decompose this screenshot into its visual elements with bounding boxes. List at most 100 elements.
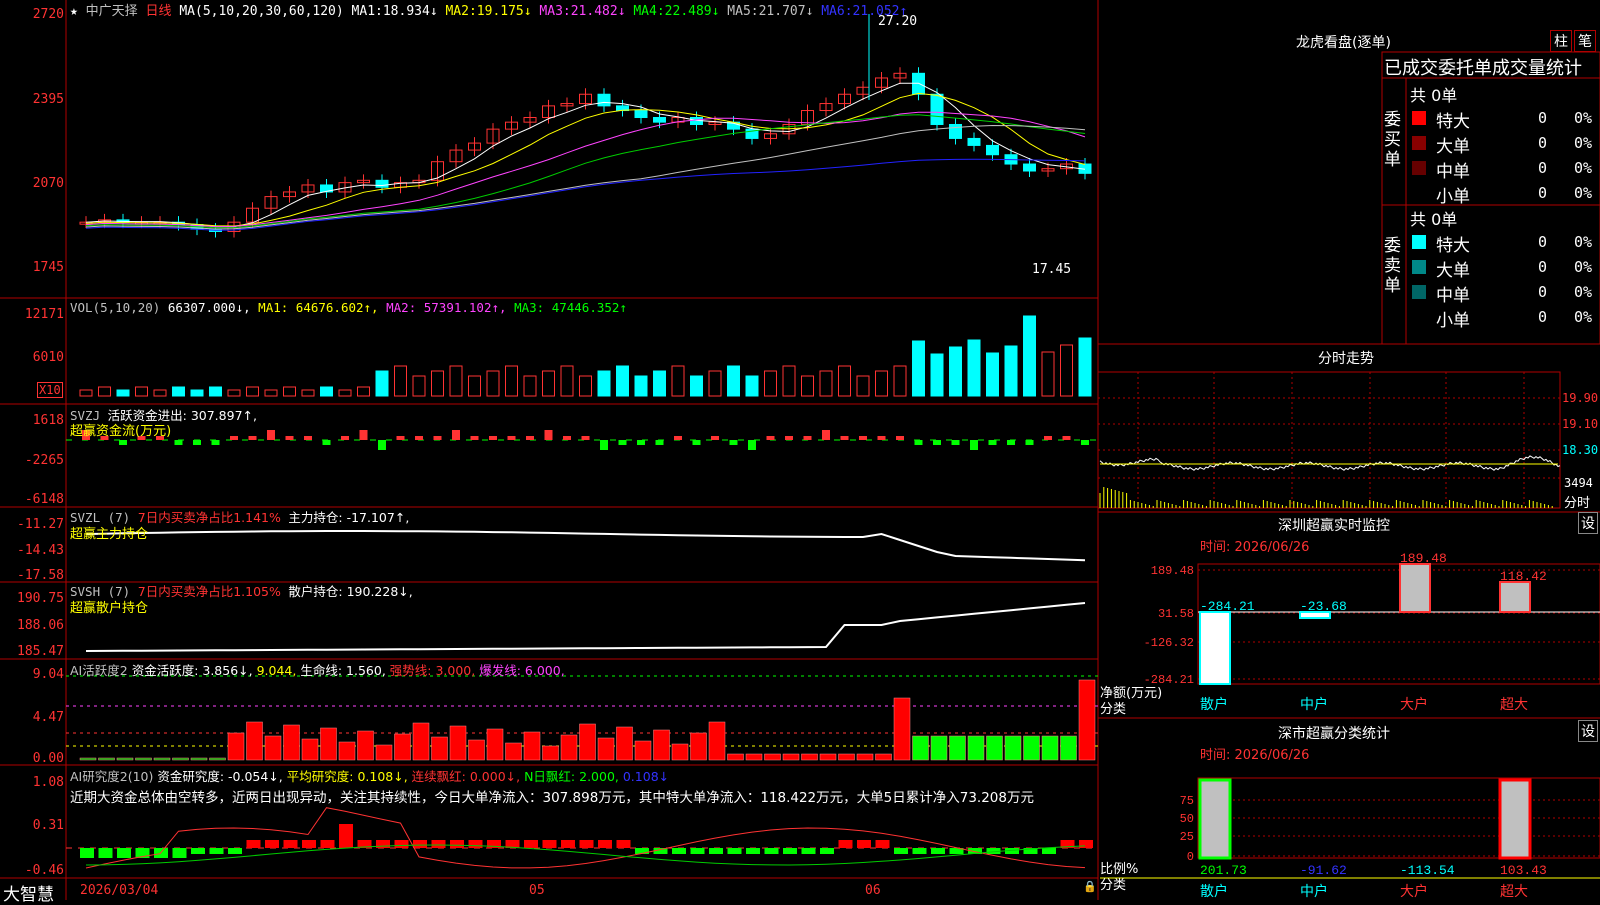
candle-down [912,72,925,95]
main-axis-label: 2395 [32,92,64,107]
vol-value: 66307.000↓, [167,300,251,315]
svzj-bar-pos [1044,436,1052,440]
buy-count: 共 0单 [1410,86,1458,105]
svzj-bar-pos [766,436,775,440]
ai1-bar [745,753,763,761]
svzj-axis-label: -2265 [24,453,64,468]
favorite-star-icon[interactable]: ★ [70,4,78,19]
order-size-label: 小单 [1436,187,1470,207]
svzj-bar-neg [988,440,997,445]
svzj-bar-pos [896,436,904,440]
ma3-label: MA3: [539,4,571,19]
vol-bar-up [301,389,315,397]
vol-bar-up [579,375,592,397]
ai2-bar-pos [376,840,390,848]
svzj-bar-neg [193,440,201,445]
svzl-axis-label: -11.27 [17,517,64,532]
cls-axis-label: 75 [1180,794,1194,808]
lock-icon[interactable]: 🔒 [1083,880,1097,893]
ai2-axis-label: -0.46 [24,863,64,878]
high-marker: 27.20 [878,14,918,29]
ai1-bar [1078,679,1096,761]
vol-ma2: MA2: 57391.102↑, [386,300,507,315]
ai1-bar [468,739,485,761]
svzj-bar-neg [655,440,664,445]
ai2-bar-pos [302,840,316,848]
legend-swatch [1412,161,1426,175]
ai1-bar [912,735,929,761]
cls-category-label: 大户 [1400,883,1428,899]
candle-down [597,93,611,107]
rt-category-label: 中户 [1300,696,1328,712]
svzj-bar-pos [544,430,553,440]
ai2-t4: N日飘红: 2.000, [524,769,619,784]
ai2-bar-neg [1042,848,1056,854]
ai1-bar [634,740,652,761]
ma4-label: MA4: [633,4,665,19]
ai2-name: AI研究度2(10) [70,769,154,784]
cls-settings-button[interactable]: 设 [1578,720,1598,742]
ai2-red-line [85,807,1086,869]
order-count-value: 0 [1538,258,1548,276]
rt-category-label: 超大 [1500,696,1528,712]
vol-bar-up [283,386,296,397]
svzj-bar-neg [748,440,756,450]
order-percent-value: 0% [1574,184,1593,202]
rt-bar-label: 118.42 [1500,569,1547,584]
ma1-label: MA1: [351,4,383,19]
ma-line [85,114,1086,229]
chart-canvas[interactable]: 189.4831.58-126.32-284.21-284.21散户-23.68… [0,0,1600,900]
main-header: ★ 中广天择 日线 MA(5,10,20,30,60,120) MA1:18.9… [70,0,907,19]
legend-swatch [1412,136,1426,150]
ai2-t5: 0.108↓ [622,769,670,784]
intraday-vol-label: 3494 [1564,476,1593,490]
cls-axis-label: 25 [1180,830,1194,844]
svzj-bar-pos [304,436,312,440]
ai2-axis-label: 0.31 [32,818,64,833]
vol-bar-up [135,386,148,397]
vol-bar-down [1023,315,1036,397]
rt-bar [1199,611,1231,686]
cls-bar [1198,778,1232,860]
order-percent-value: 0% [1574,134,1593,152]
ai1-bar [1023,735,1040,761]
svzj-bar-neg [174,440,183,445]
cls-bar-label: 103.43 [1500,863,1547,878]
vol-bar-down [320,386,333,397]
ai2-bar-neg [117,848,131,858]
svzl-title2: 主力持仓: -17.107↑, [288,510,410,525]
vol-header: VOL(5,10,20) 66307.000↓, MA1: 64676.602↑… [70,300,627,315]
svsh-axis-label: 190.75 [17,591,64,606]
ai1-axis-label: 4.47 [32,710,64,725]
ai1-bar [209,757,226,761]
ai1-t2: 9.044, [256,663,297,678]
vol-bar-up [357,386,370,397]
vol-bar-down [727,365,740,397]
ai1-bar [708,721,726,761]
rt-settings-button[interactable]: 设 [1578,512,1598,534]
ai1-bar [616,726,633,761]
order-percent-value: 0% [1574,258,1593,276]
intraday-frame [1097,371,1561,509]
svzj-bar-neg [119,440,127,445]
cls-axis-label: 0 [1187,850,1194,864]
ma1-value: 18.934↓ [382,4,438,19]
ai1-name: AI活跃度2 [70,663,128,678]
svzj-bar-pos [822,430,830,440]
tick-mode-button[interactable]: 笔 [1574,30,1596,52]
vol-bar-up [542,370,555,397]
ai2-bar-neg [931,848,945,854]
ai1-t3: 生命线: 1.560, [300,663,386,678]
order-size-label: 大单 [1436,137,1470,157]
svsh-axis-label: 188.06 [17,618,64,633]
vol-bar-up [246,386,259,397]
rt-time: 时间: 2026/06/26 [1200,540,1310,555]
vol-bar-up [523,375,537,397]
period-label[interactable]: 日线 [146,4,172,19]
ai1-bar [542,745,559,761]
vol-ma3: MA3: 47446.352↑ [514,300,627,315]
order-count-value: 0 [1538,159,1548,177]
column-mode-button[interactable]: 柱 [1550,30,1572,52]
ai1-bar [782,753,800,761]
ai1-bar [764,753,781,761]
